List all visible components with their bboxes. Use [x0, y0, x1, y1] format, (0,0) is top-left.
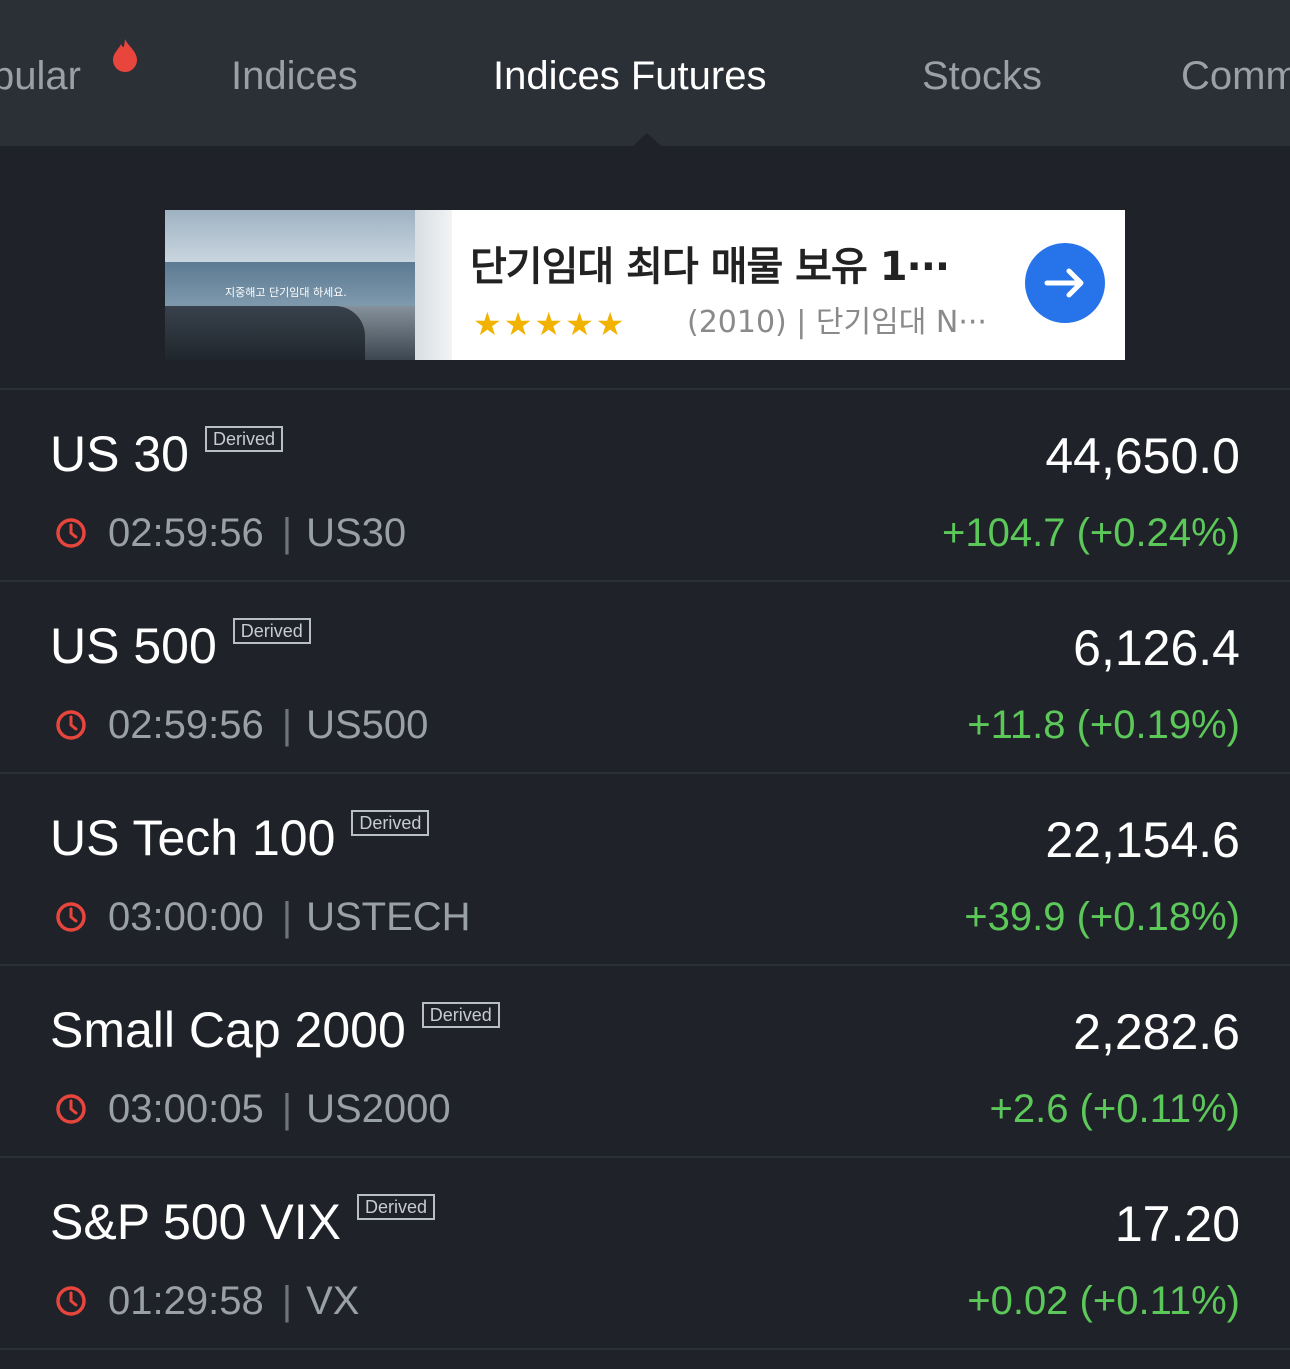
- ad-subtitle: (2010) | 단기임대 N···: [687, 305, 987, 340]
- quote-row-us30[interactable]: US 30 Derived 02:59:56 | US30 44,650.0 +104…: [0, 390, 1290, 582]
- divider: [0, 1348, 1290, 1350]
- quote-row-vx[interactable]: S&P 500 VIX Derived 01:29:58 | VX 17.20 +0.…: [0, 1158, 1290, 1350]
- quote-row-us500[interactable]: US 500 Derived 02:59:56 | US500 6,126.4 +11…: [0, 582, 1290, 774]
- price-change: +104.7 (+0.24%): [942, 511, 1240, 555]
- quote-time: 03:00:05: [108, 1087, 264, 1131]
- tab-commodities[interactable]: Comm: [1181, 50, 1290, 102]
- ad-star-rating: ★★★★★: [473, 306, 627, 342]
- derived-badge: Derived: [356, 1194, 435, 1220]
- instrument-name: US Tech 100: [50, 810, 336, 866]
- instrument-name: US 30: [50, 426, 189, 482]
- tab-popular[interactable]: pular: [0, 50, 81, 102]
- clock-icon: [56, 710, 86, 740]
- derived-badge: Derived: [232, 618, 311, 644]
- ad-image-caption: 지중해고 단기임대 하세요.: [225, 286, 347, 299]
- ad-title: 단기임대 최다 매물 보유 1···: [470, 244, 950, 290]
- last-price: 6,126.4: [1073, 620, 1240, 676]
- ad-banner[interactable]: 지중해고 단기임대 하세요. 단기임대 최다 매물 보유 1··· ★★★★★ …: [165, 210, 1125, 360]
- instrument-name: S&P 500 VIX: [50, 1194, 341, 1250]
- clock-icon: [56, 1286, 86, 1316]
- quote-time: 03:00:00: [108, 895, 264, 939]
- derived-badge: Derived: [351, 810, 430, 836]
- clock-icon: [56, 518, 86, 548]
- quote-time: 02:59:56: [108, 703, 264, 747]
- quote-symbol: US30: [306, 511, 407, 555]
- tab-indices[interactable]: Indices: [231, 50, 358, 102]
- instrument-name: US 500: [50, 618, 217, 674]
- quote-symbol: USTECH: [306, 895, 471, 939]
- quote-time: 01:29:58: [108, 1279, 264, 1323]
- category-tab-bar: pular Indices Indices Futures Stocks Com…: [0, 0, 1290, 146]
- price-change: +39.9 (+0.18%): [964, 895, 1240, 939]
- price-change: +2.6 (+0.11%): [989, 1087, 1240, 1131]
- last-price: 2,282.6: [1073, 1004, 1240, 1060]
- last-price: 44,650.0: [1045, 428, 1240, 484]
- clock-icon: [56, 1094, 86, 1124]
- quote-row-ustech[interactable]: US Tech 100 Derived 03:00:00 | USTECH 22,15…: [0, 774, 1290, 966]
- tab-stocks[interactable]: Stocks: [922, 50, 1042, 102]
- arrow-right-icon: [1044, 268, 1084, 298]
- last-price: 22,154.6: [1045, 812, 1240, 868]
- last-price: 17.20: [1114, 1196, 1240, 1252]
- quote-symbol: US500: [306, 703, 429, 747]
- instrument-name: Small Cap 2000: [50, 1002, 406, 1058]
- price-change: +11.8 (+0.19%): [967, 703, 1240, 747]
- ad-arrow-button[interactable]: [1025, 243, 1105, 323]
- quote-symbol: US2000: [306, 1087, 451, 1131]
- price-change: +0.02 (+0.11%): [967, 1279, 1240, 1323]
- clock-icon: [56, 902, 86, 932]
- derived-badge: Derived: [204, 426, 283, 452]
- active-tab-indicator: [633, 133, 661, 146]
- quote-row-us2000[interactable]: Small Cap 2000 Derived 03:00:05 | US2000 2,…: [0, 966, 1290, 1158]
- fire-icon: [113, 39, 137, 72]
- ad-image: 지중해고 단기임대 하세요.: [165, 210, 452, 360]
- derived-badge: Derived: [421, 1002, 500, 1028]
- quote-time: 02:59:56: [108, 511, 264, 555]
- tab-indices-futures[interactable]: Indices Futures: [493, 50, 766, 102]
- quote-symbol: VX: [306, 1279, 360, 1323]
